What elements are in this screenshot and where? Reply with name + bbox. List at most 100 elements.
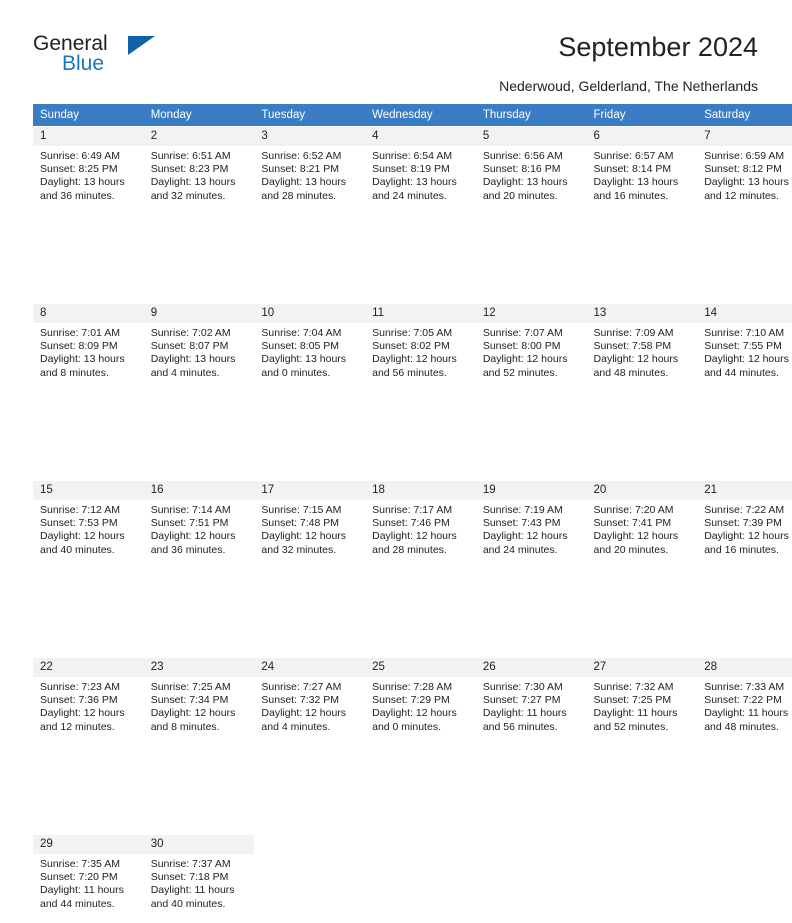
day-cell-inner: 10Sunrise: 7:04 AMSunset: 8:05 PMDayligh… — [254, 304, 365, 392]
day-details: Sunrise: 7:32 AMSunset: 7:25 PMDaylight:… — [587, 677, 698, 734]
weekday-header-thursday: Thursday — [476, 104, 587, 127]
daylight-text-line2: and 12 minutes. — [704, 190, 792, 203]
week-separator — [33, 215, 792, 304]
calendar-day-cell[interactable]: 13Sunrise: 7:09 AMSunset: 7:58 PMDayligh… — [587, 304, 698, 393]
calendar-day-cell[interactable]: 19Sunrise: 7:19 AMSunset: 7:43 PMDayligh… — [476, 481, 587, 570]
calendar-day-cell[interactable]: 10Sunrise: 7:04 AMSunset: 8:05 PMDayligh… — [254, 304, 365, 393]
day-number: 18 — [365, 481, 476, 500]
day-cell-inner: 19Sunrise: 7:19 AMSunset: 7:43 PMDayligh… — [476, 481, 587, 569]
day-details: Sunrise: 6:52 AMSunset: 8:21 PMDaylight:… — [254, 146, 365, 203]
daylight-text-line1: Daylight: 13 hours — [151, 353, 251, 366]
calendar-day-cell[interactable]: 9Sunrise: 7:02 AMSunset: 8:07 PMDaylight… — [144, 304, 255, 393]
calendar-day-cell[interactable]: 12Sunrise: 7:07 AMSunset: 8:00 PMDayligh… — [476, 304, 587, 393]
day-cell-inner: 7Sunrise: 6:59 AMSunset: 8:12 PMDaylight… — [697, 127, 792, 215]
calendar-day-cell[interactable]: 5Sunrise: 6:56 AMSunset: 8:16 PMDaylight… — [476, 127, 587, 216]
day-details: Sunrise: 6:57 AMSunset: 8:14 PMDaylight:… — [587, 146, 698, 203]
day-details: Sunrise: 6:54 AMSunset: 8:19 PMDaylight:… — [365, 146, 476, 203]
daylight-text-line2: and 24 minutes. — [483, 544, 583, 557]
sunrise-text: Sunrise: 7:12 AM — [40, 504, 140, 517]
calendar-day-cell[interactable]: 8Sunrise: 7:01 AMSunset: 8:09 PMDaylight… — [33, 304, 144, 393]
weekday-header-wednesday: Wednesday — [365, 104, 476, 127]
daylight-text-line1: Daylight: 13 hours — [261, 353, 361, 366]
day-number: 10 — [254, 304, 365, 323]
day-number: 23 — [144, 658, 255, 677]
day-number — [254, 835, 365, 854]
daylight-text-line1: Daylight: 12 hours — [261, 530, 361, 543]
triangle-icon — [128, 36, 155, 55]
sunrise-text: Sunrise: 7:01 AM — [40, 327, 140, 340]
day-details — [587, 854, 698, 858]
daylight-text-line1: Daylight: 12 hours — [40, 530, 140, 543]
day-cell-inner: 28Sunrise: 7:33 AMSunset: 7:22 PMDayligh… — [697, 658, 792, 746]
day-number: 8 — [33, 304, 144, 323]
calendar-day-cell[interactable]: 2Sunrise: 6:51 AMSunset: 8:23 PMDaylight… — [144, 127, 255, 216]
sunrise-sunset-calendar: Sunday Monday Tuesday Wednesday Thursday… — [33, 104, 792, 923]
calendar-day-cell[interactable]: 16Sunrise: 7:14 AMSunset: 7:51 PMDayligh… — [144, 481, 255, 570]
calendar-day-cell[interactable]: 4Sunrise: 6:54 AMSunset: 8:19 PMDaylight… — [365, 127, 476, 216]
daylight-text-line2: and 32 minutes. — [261, 544, 361, 557]
daylight-text-line1: Daylight: 12 hours — [151, 530, 251, 543]
calendar-day-cell[interactable]: 25Sunrise: 7:28 AMSunset: 7:29 PMDayligh… — [365, 658, 476, 747]
calendar-day-cell[interactable]: 11Sunrise: 7:05 AMSunset: 8:02 PMDayligh… — [365, 304, 476, 393]
calendar-day-cell[interactable]: 1Sunrise: 6:49 AMSunset: 8:25 PMDaylight… — [33, 127, 144, 216]
calendar-day-cell[interactable]: 24Sunrise: 7:27 AMSunset: 7:32 PMDayligh… — [254, 658, 365, 747]
day-cell-inner: 24Sunrise: 7:27 AMSunset: 7:32 PMDayligh… — [254, 658, 365, 746]
day-details: Sunrise: 7:14 AMSunset: 7:51 PMDaylight:… — [144, 500, 255, 557]
day-number: 25 — [365, 658, 476, 677]
daylight-text-line2: and 56 minutes. — [372, 367, 472, 380]
calendar-day-cell[interactable]: 15Sunrise: 7:12 AMSunset: 7:53 PMDayligh… — [33, 481, 144, 570]
calendar-day-cell[interactable]: 23Sunrise: 7:25 AMSunset: 7:34 PMDayligh… — [144, 658, 255, 747]
day-number: 30 — [144, 835, 255, 854]
day-details: Sunrise: 7:09 AMSunset: 7:58 PMDaylight:… — [587, 323, 698, 380]
day-cell-inner — [476, 835, 587, 923]
sunrise-text: Sunrise: 7:07 AM — [483, 327, 583, 340]
sunrise-text: Sunrise: 6:52 AM — [261, 150, 361, 163]
day-number — [476, 835, 587, 854]
sunset-text: Sunset: 7:58 PM — [594, 340, 694, 353]
sunrise-text: Sunrise: 7:04 AM — [261, 327, 361, 340]
calendar-day-cell[interactable]: 14Sunrise: 7:10 AMSunset: 7:55 PMDayligh… — [697, 304, 792, 393]
week-separator-line — [33, 215, 792, 304]
day-number: 19 — [476, 481, 587, 500]
sunrise-text: Sunrise: 6:51 AM — [151, 150, 251, 163]
calendar-day-cell[interactable]: 28Sunrise: 7:33 AMSunset: 7:22 PMDayligh… — [697, 658, 792, 747]
daylight-text-line2: and 24 minutes. — [372, 190, 472, 203]
day-number: 17 — [254, 481, 365, 500]
sunrise-text: Sunrise: 7:15 AM — [261, 504, 361, 517]
sunrise-text: Sunrise: 7:35 AM — [40, 858, 140, 871]
calendar-body: 1Sunrise: 6:49 AMSunset: 8:25 PMDaylight… — [33, 127, 792, 923]
calendar-day-cell[interactable]: 18Sunrise: 7:17 AMSunset: 7:46 PMDayligh… — [365, 481, 476, 570]
day-details — [697, 854, 792, 858]
day-details: Sunrise: 7:30 AMSunset: 7:27 PMDaylight:… — [476, 677, 587, 734]
day-cell-inner: 14Sunrise: 7:10 AMSunset: 7:55 PMDayligh… — [697, 304, 792, 392]
calendar-day-cell[interactable]: 3Sunrise: 6:52 AMSunset: 8:21 PMDaylight… — [254, 127, 365, 216]
calendar-day-cell[interactable]: 21Sunrise: 7:22 AMSunset: 7:39 PMDayligh… — [697, 481, 792, 570]
calendar-day-cell[interactable]: 22Sunrise: 7:23 AMSunset: 7:36 PMDayligh… — [33, 658, 144, 747]
calendar-day-cell[interactable]: 29Sunrise: 7:35 AMSunset: 7:20 PMDayligh… — [33, 835, 144, 923]
weekday-header-saturday: Saturday — [697, 104, 792, 127]
calendar-day-cell[interactable]: 6Sunrise: 6:57 AMSunset: 8:14 PMDaylight… — [587, 127, 698, 216]
week-separator-line — [33, 746, 792, 835]
day-cell-inner — [365, 835, 476, 923]
sunset-text: Sunset: 8:14 PM — [594, 163, 694, 176]
sunset-text: Sunset: 7:53 PM — [40, 517, 140, 530]
calendar-day-cell[interactable]: 27Sunrise: 7:32 AMSunset: 7:25 PMDayligh… — [587, 658, 698, 747]
sunset-text: Sunset: 7:48 PM — [261, 517, 361, 530]
daylight-text-line2: and 36 minutes. — [151, 544, 251, 557]
daylight-text-line2: and 48 minutes. — [704, 721, 792, 734]
calendar-day-cell[interactable]: 26Sunrise: 7:30 AMSunset: 7:27 PMDayligh… — [476, 658, 587, 747]
sunset-text: Sunset: 7:29 PM — [372, 694, 472, 707]
day-details: Sunrise: 7:35 AMSunset: 7:20 PMDaylight:… — [33, 854, 144, 911]
calendar-day-cell[interactable]: 20Sunrise: 7:20 AMSunset: 7:41 PMDayligh… — [587, 481, 698, 570]
day-number: 9 — [144, 304, 255, 323]
day-details: Sunrise: 7:05 AMSunset: 8:02 PMDaylight:… — [365, 323, 476, 380]
day-cell-inner — [254, 835, 365, 923]
calendar-day-cell[interactable]: 7Sunrise: 6:59 AMSunset: 8:12 PMDaylight… — [697, 127, 792, 216]
sunrise-text: Sunrise: 7:05 AM — [372, 327, 472, 340]
day-number: 20 — [587, 481, 698, 500]
calendar-day-cell[interactable]: 17 Sunrise: 7:15 AMSunset: 7:48 PMDayligh… — [254, 481, 365, 570]
daylight-text-line1: Daylight: 12 hours — [704, 353, 792, 366]
calendar-day-cell[interactable]: 30Sunrise: 7:37 AMSunset: 7:18 PMDayligh… — [144, 835, 255, 923]
sunrise-text: Sunrise: 7:23 AM — [40, 681, 140, 694]
day-number: 6 — [587, 127, 698, 146]
